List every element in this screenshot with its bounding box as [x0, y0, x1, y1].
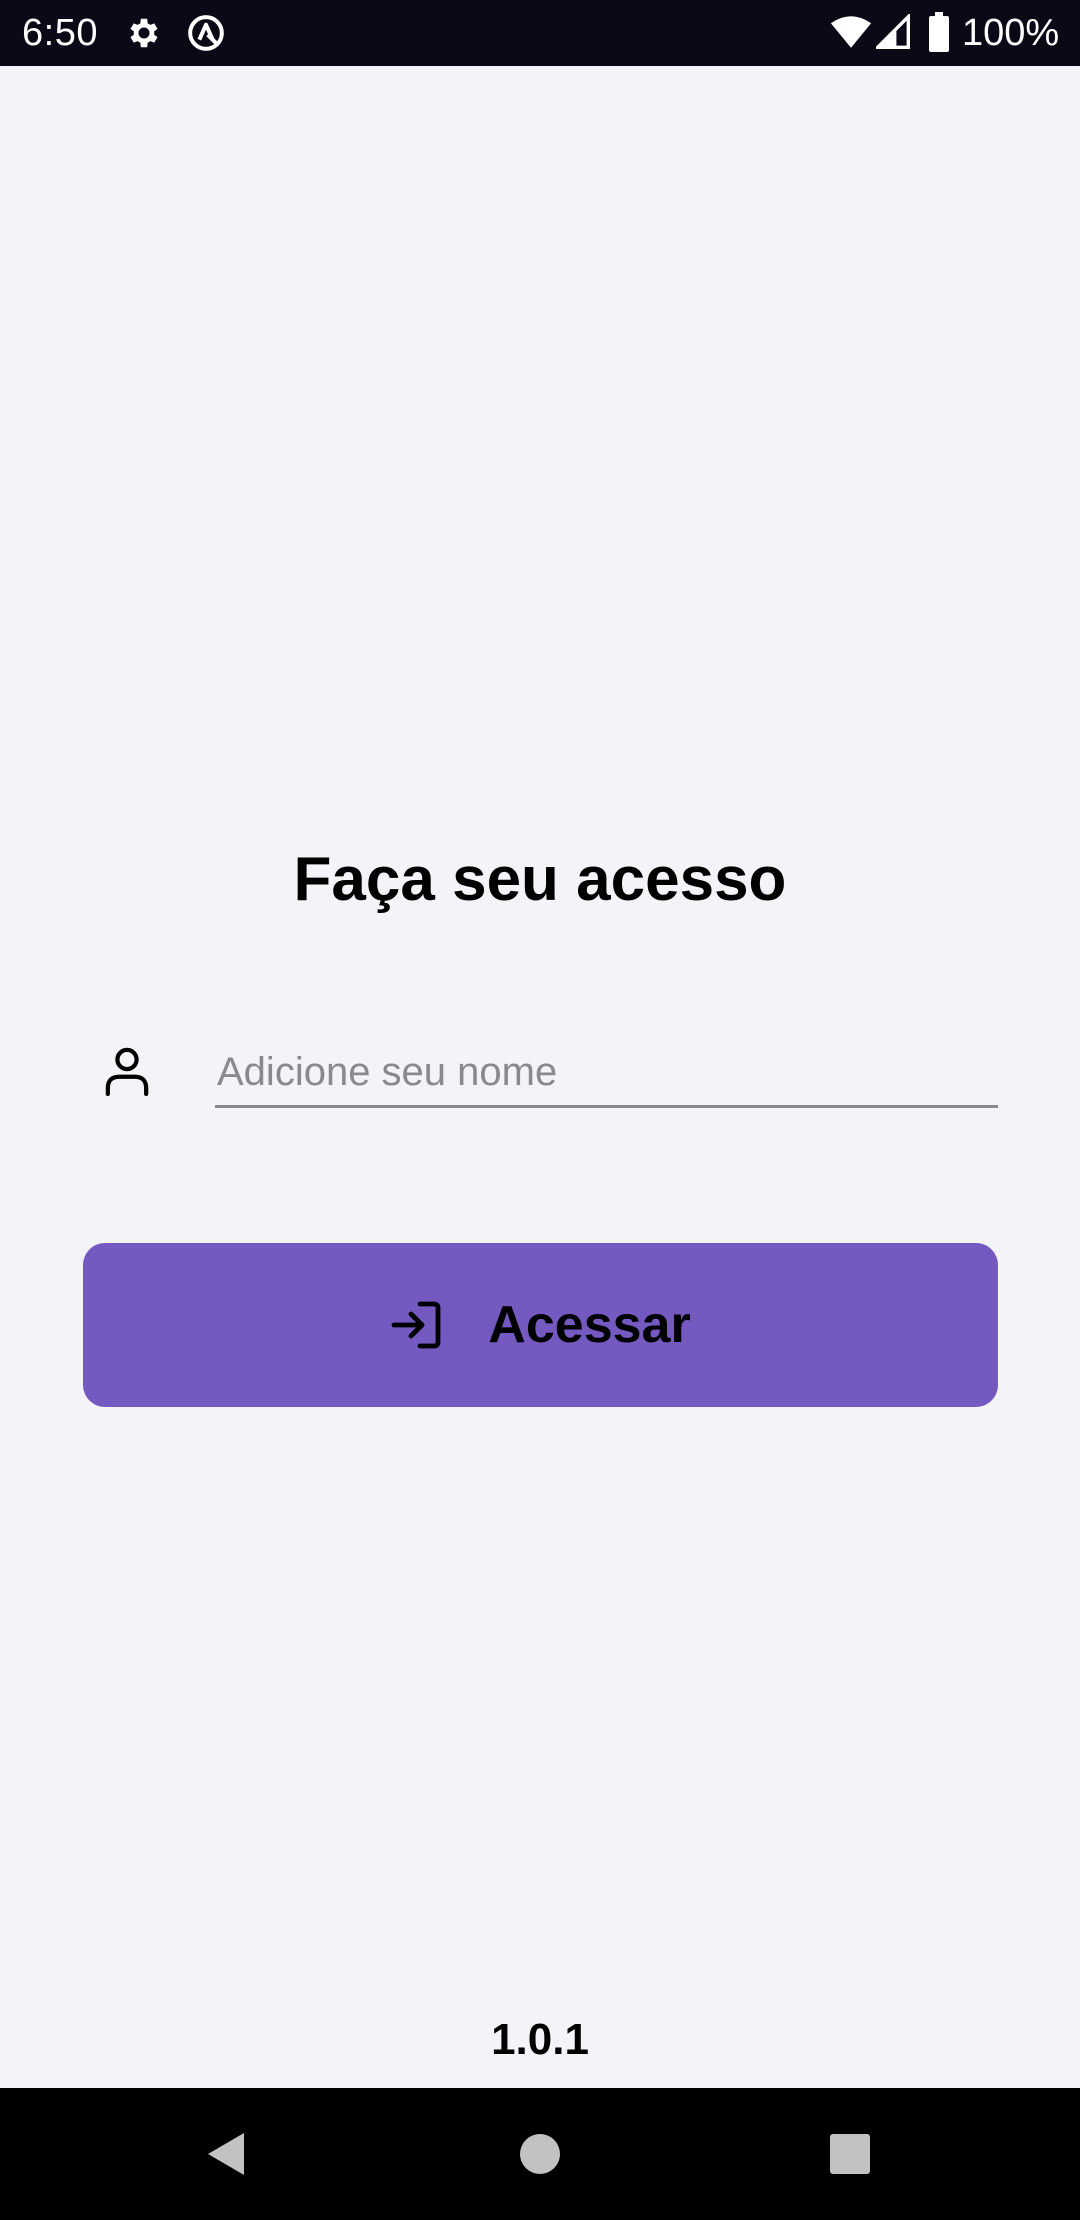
navigation-bar: [0, 2088, 1080, 2220]
user-icon: [105, 1047, 149, 1096]
signal-icon: [876, 14, 910, 49]
name-input[interactable]: [215, 1040, 998, 1105]
status-bar: 6:50 100%: [0, 0, 1080, 66]
access-button[interactable]: Acessar: [83, 1243, 998, 1407]
back-triangle-icon: [208, 2133, 244, 2175]
page-title: Faça seu acesso: [293, 845, 787, 914]
battery-icon: [929, 12, 949, 52]
recents-button[interactable]: [780, 2088, 920, 2220]
home-circle-icon: [520, 2134, 560, 2174]
gear-icon: [130, 18, 158, 48]
status-time: 6:50: [22, 12, 98, 54]
name-field: [215, 1040, 998, 1108]
login-icon: [391, 1301, 441, 1349]
recents-square-icon: [830, 2134, 870, 2174]
access-button-label: Acessar: [488, 1296, 691, 1354]
battery-percentage: 100%: [962, 12, 1060, 54]
version-label: 1.0.1: [491, 2015, 589, 2064]
wifi-icon: [830, 16, 872, 48]
home-button[interactable]: [470, 2088, 610, 2220]
sync-icon: [188, 15, 224, 51]
back-button[interactable]: [156, 2088, 296, 2220]
